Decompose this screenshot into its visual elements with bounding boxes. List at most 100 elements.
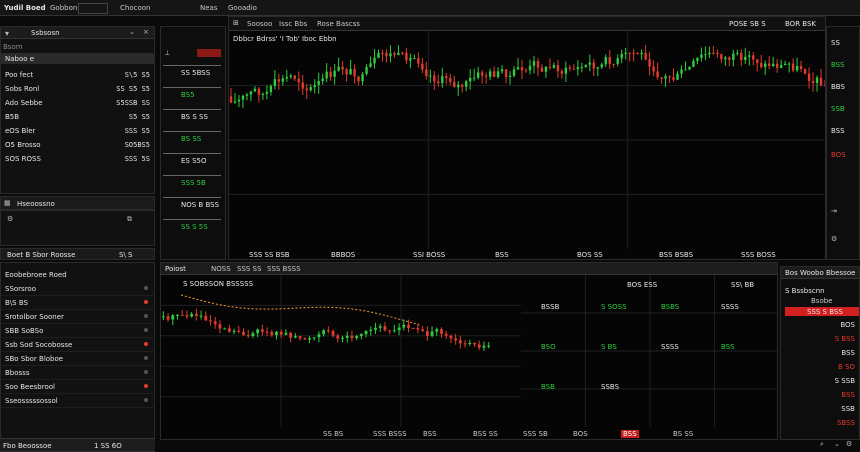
candle-body [512,69,516,76]
candle-body [771,63,775,67]
candle-body [516,67,520,70]
dropdown-icon[interactable]: ▾ [5,29,9,38]
candle-body [756,59,759,63]
order-row[interactable]: SSorsroo [1,283,154,296]
watchlist-row-value: SO5BS5 [124,141,150,149]
tab-4[interactable]: SSS BSSS [267,265,301,273]
candle-body [309,87,312,91]
toolbar-item-3[interactable]: Rose Bascss [317,20,360,28]
watchlist-row[interactable]: eOS Bler SSS S5 [1,125,154,137]
order-row[interactable]: Srotolbor Sooner [1,311,154,324]
right-lower-sub: Bsobe [811,297,833,305]
order-row[interactable]: Soo Beesbrool [1,381,154,394]
order-row[interactable]: Sseosssssossol [1,395,154,408]
order-row-label: SSorsroo [5,285,36,293]
candle-body [388,330,392,332]
symbol-search-input[interactable]: Naboo e [1,53,154,64]
candle-body [377,52,380,58]
pin-icon[interactable]: ⟂ [165,49,170,58]
grid-icon: ▦ [4,199,11,207]
chevron-down-icon-2[interactable]: ⌄ [834,440,840,448]
scroll-arrow-icon[interactable]: ⇥ [831,207,837,215]
lower-grid-header: BOS ESS [627,281,658,289]
search-icon[interactable]: ⌕ [820,440,824,449]
order-row-label: SBo Sbor Bloboe [5,355,64,363]
watchlist-row-name: Poo fect [5,71,34,79]
candle-body [232,330,236,332]
depth-value: SS S 5S [181,223,208,231]
candle-body [740,52,743,60]
candle-body [600,64,603,68]
candle-body [303,338,307,340]
candle-body [364,331,368,335]
order-row[interactable]: B\S BS [1,297,154,310]
candle-body [233,101,237,103]
main-candlestick-chart[interactable] [229,31,826,249]
watchlist-row[interactable]: SOS ROSS SSS 5S [1,153,154,165]
depth-row: BS5 [161,83,225,99]
settings-icon-2[interactable]: ⚙ [831,235,837,243]
candle-body [313,85,316,88]
candle-body [672,77,675,80]
grid-cell: BSB [541,383,555,391]
toolbar-item-1[interactable]: Soosoo [247,20,272,28]
order-row-label: Bbosss [5,369,30,377]
candle-body [381,52,384,54]
candle-body [700,54,703,58]
status-dot [144,356,148,360]
watchlist-row-name: eOS Bler [5,127,36,135]
candle-body [544,66,548,72]
status-dot [144,328,148,332]
candle-body [656,71,659,78]
close-icon[interactable]: × [143,28,149,36]
watchlist-row[interactable]: Ado Sebbe S5SSB SS [1,97,154,109]
watchlist-row[interactable]: B5B S5 S5 [1,111,154,123]
settings-icon-3[interactable]: ⚙ [846,440,852,448]
menu-search-box[interactable] [78,3,108,14]
menu-item-gooadio[interactable]: Gooadio [228,4,257,12]
order-row[interactable]: SBo Sbor Bloboe [1,353,154,366]
candle-body [704,54,707,56]
candle-body [429,75,432,77]
menu-item-gobbon[interactable]: Gobbon [50,4,77,12]
grid-cell: BSSB [541,303,560,311]
order-row[interactable]: Bbosss [1,367,154,380]
trend-line [180,294,422,326]
expand-icon[interactable]: ⊞ [233,19,239,27]
candle-body [458,340,462,344]
section-3-title: Boet B Sbor Roosse [7,251,76,259]
depth-line [163,175,221,176]
toolbar-item-2[interactable]: Issc Bbs [279,20,307,28]
menu-item-chocoon[interactable]: Chocoon [120,4,150,12]
order-row[interactable]: Ssb Sod Socobosse [1,339,154,352]
candle-body [393,53,396,55]
order-row-label: SBB SoBSo [5,327,44,335]
grid-cell: BSBS [661,303,680,311]
candle-body [724,57,727,60]
lower-footer-label: BSS SS [473,430,498,438]
lower-candlestick-chart[interactable] [161,275,521,427]
candle-body [229,96,233,103]
settings-icon[interactable]: ⚙ [7,215,13,223]
tab-3[interactable]: SSS SS [237,265,261,273]
watchlist-row-name: B5B [5,113,20,121]
right-panel-item: BSS [831,127,845,135]
candle-body [712,52,715,54]
candle-body [273,79,277,86]
chevron-down-icon[interactable]: ⌄ [129,28,135,36]
tab-1[interactable]: Poiost [165,265,186,273]
watchlist-row[interactable]: Poo fect S\5 S5 [1,69,154,81]
candle-body [449,78,452,82]
right-lower-red-row[interactable]: SSS S BSS [785,307,859,316]
depth-row: NOS B BSS [161,193,225,209]
candle-body [608,57,611,64]
watchlist-row[interactable]: Sobs Ronl SS S5 S5 [1,83,154,95]
tab-2[interactable]: NOSS [211,265,231,273]
x-axis-label: BOS SS [577,251,603,259]
chart-top-right: POSE SB S [729,20,766,28]
order-row[interactable]: SBB SoBSo [1,325,154,338]
candle-body [161,316,165,318]
filter-icon[interactable]: ⧉ [127,215,132,224]
watchlist-row[interactable]: O5 Brosso SO5BS5 [1,139,154,151]
menu-item-neas[interactable]: Neas [200,4,217,12]
